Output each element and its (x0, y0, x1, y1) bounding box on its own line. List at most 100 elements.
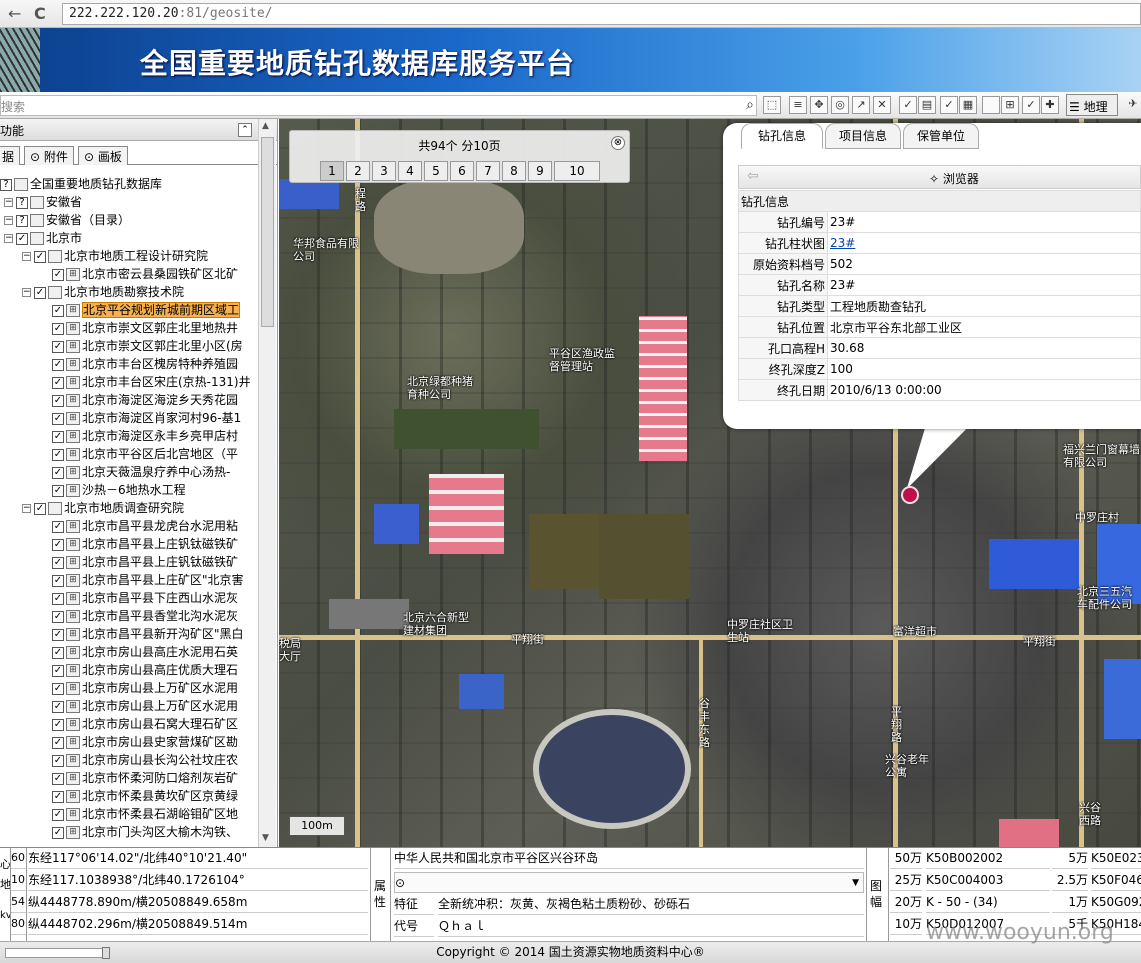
back-icon[interactable]: ← (8, 4, 21, 23)
tree-node[interactable]: ✓ ⊞ 北京市门头沟区大榆木沟铁、 (0, 823, 258, 841)
checkbox[interactable]: ✓ (52, 340, 64, 353)
tree-node[interactable]: ✓ ⊞ 北京市房山县石窝大理石矿区 (0, 715, 258, 733)
checkbox[interactable]: ✓ (52, 322, 64, 335)
page-button[interactable]: 3 (372, 161, 396, 181)
tree-node[interactable]: ✓ ⊞ 北京市昌平县新开沟矿区"黑白 (0, 625, 258, 643)
checkbox[interactable]: ✓ (52, 448, 64, 461)
tree-node[interactable]: ✓ ⊞ 北京平谷规划新城前期区域工 (0, 301, 258, 319)
tab-popup[interactable]: 项目信息 (825, 123, 901, 149)
tree-scrollbar[interactable]: ▲ ▼ (258, 119, 276, 847)
chevron-down-icon[interactable]: ▼ (852, 873, 859, 892)
close-icon[interactable]: ⊗ (611, 136, 625, 150)
tree-node[interactable]: − ✓ 北京市 (0, 229, 258, 247)
tree-node[interactable]: ✓ ⊞ 北京市房山县长沟公社坟庄农 (0, 751, 258, 769)
drill-column-link[interactable]: 23# (830, 236, 855, 250)
page-button[interactable]: 2 (346, 161, 370, 181)
page-button[interactable]: 9 (528, 161, 552, 181)
clear-icon[interactable]: ✕ (873, 96, 891, 114)
page-button[interactable]: 8 (502, 161, 526, 181)
tree-node[interactable]: ✓ ⊞ 北京市丰台区宋庄(京热-131)井 (0, 373, 258, 391)
pan-icon[interactable]: ✥ (810, 96, 828, 114)
tree-node[interactable]: ✓ ⊞ 北京市昌平县香堂北沟水泥灰 (0, 607, 258, 625)
browser-button[interactable]: ✧ 浏览器 (929, 170, 979, 187)
checkbox[interactable]: ✓ (52, 754, 64, 767)
tree-node[interactable]: ✓ ⊞ 沙热－6地热水工程 (0, 481, 258, 499)
tree-node[interactable]: ✓ ⊞ 北京市昌平县上庄钒钛磁铁矿 (0, 535, 258, 553)
checkbox[interactable]: ✓ (52, 520, 64, 533)
tree-node[interactable]: ✓ ⊞ 北京市怀柔县石湖峪钼矿区地 (0, 805, 258, 823)
checkbox[interactable]: ✓ (52, 736, 64, 749)
checkbox-icon[interactable] (982, 96, 1000, 114)
tree-node[interactable]: ✓ ⊞ 北京市房山县上万矿区水泥用 (0, 697, 258, 715)
tab-attachment[interactable]: ⊙ 附件 (24, 146, 74, 165)
page-button[interactable]: 7 (476, 161, 500, 181)
checkbox-icon[interactable]: ✓ (899, 96, 917, 114)
tree-node[interactable]: ✓ ⊞ 北京市海淀区海淀乡天秀花园 (0, 391, 258, 409)
checkbox[interactable]: ✓ (52, 718, 64, 731)
puzzle-icon[interactable]: ✚ (1041, 96, 1059, 114)
checkbox[interactable]: ✓ (52, 430, 64, 443)
geo-layer-button[interactable]: ☰ 地理 (1066, 94, 1118, 116)
checkbox[interactable]: ✓ (52, 790, 64, 803)
checkbox[interactable]: ✓ (52, 304, 64, 317)
tree-node[interactable]: ✓ ⊞ 北京市昌平县上庄钒钛磁铁矿 (0, 553, 258, 571)
tree-node[interactable]: ? 全国重要地质钻孔数据库 (0, 175, 258, 193)
checkbox[interactable]: ✓ (52, 538, 64, 551)
grid-icon[interactable]: ⊞ (1001, 96, 1019, 114)
tree-node[interactable]: −? 安徽省 (0, 193, 258, 211)
tree-node[interactable]: ✓ ⊞ 北京市怀柔河防口熔剂灰岩矿 (0, 769, 258, 787)
checkbox[interactable]: ✓ (34, 286, 46, 299)
tool-icon[interactable]: ✈ (1124, 96, 1141, 114)
checkbox[interactable]: ✓ (52, 700, 64, 713)
scrollbar-thumb[interactable] (261, 137, 274, 327)
checkbox[interactable]: ✓ (52, 466, 64, 479)
checkbox[interactable]: ✓ (52, 412, 64, 425)
tree-node[interactable]: ✓ ⊞ 北京市崇文区郭庄北里地热井 (0, 319, 258, 337)
checkbox[interactable]: ✓ (52, 628, 64, 641)
search-icon[interactable]: ⌕ (746, 97, 754, 113)
checkbox[interactable]: ✓ (34, 250, 46, 263)
checkbox[interactable]: ✓ (52, 646, 64, 659)
tree-node[interactable]: − ✓ 北京市地质调查研究院 (0, 499, 258, 517)
tree-node[interactable]: ✓ ⊞ 北京市昌平县上庄矿区"北京害 (0, 571, 258, 589)
export-icon[interactable]: ↗ (852, 96, 870, 114)
checkbox[interactable]: ✓ (52, 826, 64, 839)
tree-node[interactable]: − ✓ 北京市地质工程设计研究院 (0, 247, 258, 265)
tree-node[interactable]: ✓ ⊞ 北京市昌平县下庄西山水泥灰 (0, 589, 258, 607)
checkbox-icon[interactable]: ✓ (1022, 96, 1040, 114)
reload-icon[interactable]: C (34, 4, 46, 23)
checkbox[interactable]: ✓ (52, 610, 64, 623)
tree-node[interactable]: ✓ ⊞ 北京市房山县上万矿区水泥用 (0, 679, 258, 697)
checkbox[interactable]: ✓ (34, 502, 46, 515)
slider-handle[interactable] (102, 947, 110, 959)
tree-node[interactable]: ✓ ⊞ 北京市海淀区永丰乡亮甲店村 (0, 427, 258, 445)
tree-node[interactable]: ✓ ⊞ 北京天薇温泉疗养中心汤热- (0, 463, 258, 481)
tab-popup[interactable]: 钻孔信息 (741, 123, 823, 149)
checkbox[interactable]: ✓ (52, 358, 64, 371)
drill-hole-marker[interactable] (901, 486, 919, 504)
checkbox[interactable]: ✓ (52, 664, 64, 677)
checkbox[interactable]: ? (16, 214, 28, 227)
search-input[interactable]: 搜索 ⌕ (0, 95, 757, 116)
checkbox[interactable]: ? (16, 196, 28, 209)
tree-node[interactable]: − ✓ 北京市地质勘察技术院 (0, 283, 258, 301)
collapse-icon[interactable]: ⌃ (238, 123, 252, 137)
list-icon[interactable]: ≡ (789, 96, 807, 114)
tab-data[interactable]: 据 (0, 146, 21, 165)
tree-node[interactable]: ✓ ⊞ 北京市房山县高庄优质大理石 (0, 661, 258, 679)
tab-popup[interactable]: 保管单位 (903, 123, 979, 149)
checkbox[interactable]: ✓ (52, 682, 64, 695)
checkbox[interactable]: ✓ (52, 808, 64, 821)
scroll-up-icon[interactable]: ▲ (262, 121, 269, 131)
checkbox[interactable]: ✓ (52, 268, 64, 281)
checkbox[interactable]: ✓ (52, 772, 64, 785)
tree-node[interactable]: ✓ ⊞ 北京市海淀区肖家河村96-基1 (0, 409, 258, 427)
tree-node[interactable]: ✓ ⊞ 北京市房山县史家营煤矿区勘 (0, 733, 258, 751)
checkbox[interactable]: ✓ (52, 376, 64, 389)
url-input[interactable]: 222.222.120.20:81/geosite/ (62, 3, 1141, 25)
opacity-slider[interactable] (5, 947, 110, 959)
tree-node[interactable]: ✓ ⊞ 北京市丰台区槐房特种养殖园 (0, 355, 258, 373)
expand-icon[interactable]: − (4, 198, 13, 207)
tree-node[interactable]: ✓ ⊞ 北京市密云县桑园铁矿区北矿 (0, 265, 258, 283)
tab-drawing-board[interactable]: ⊙ 画板 (78, 146, 128, 165)
